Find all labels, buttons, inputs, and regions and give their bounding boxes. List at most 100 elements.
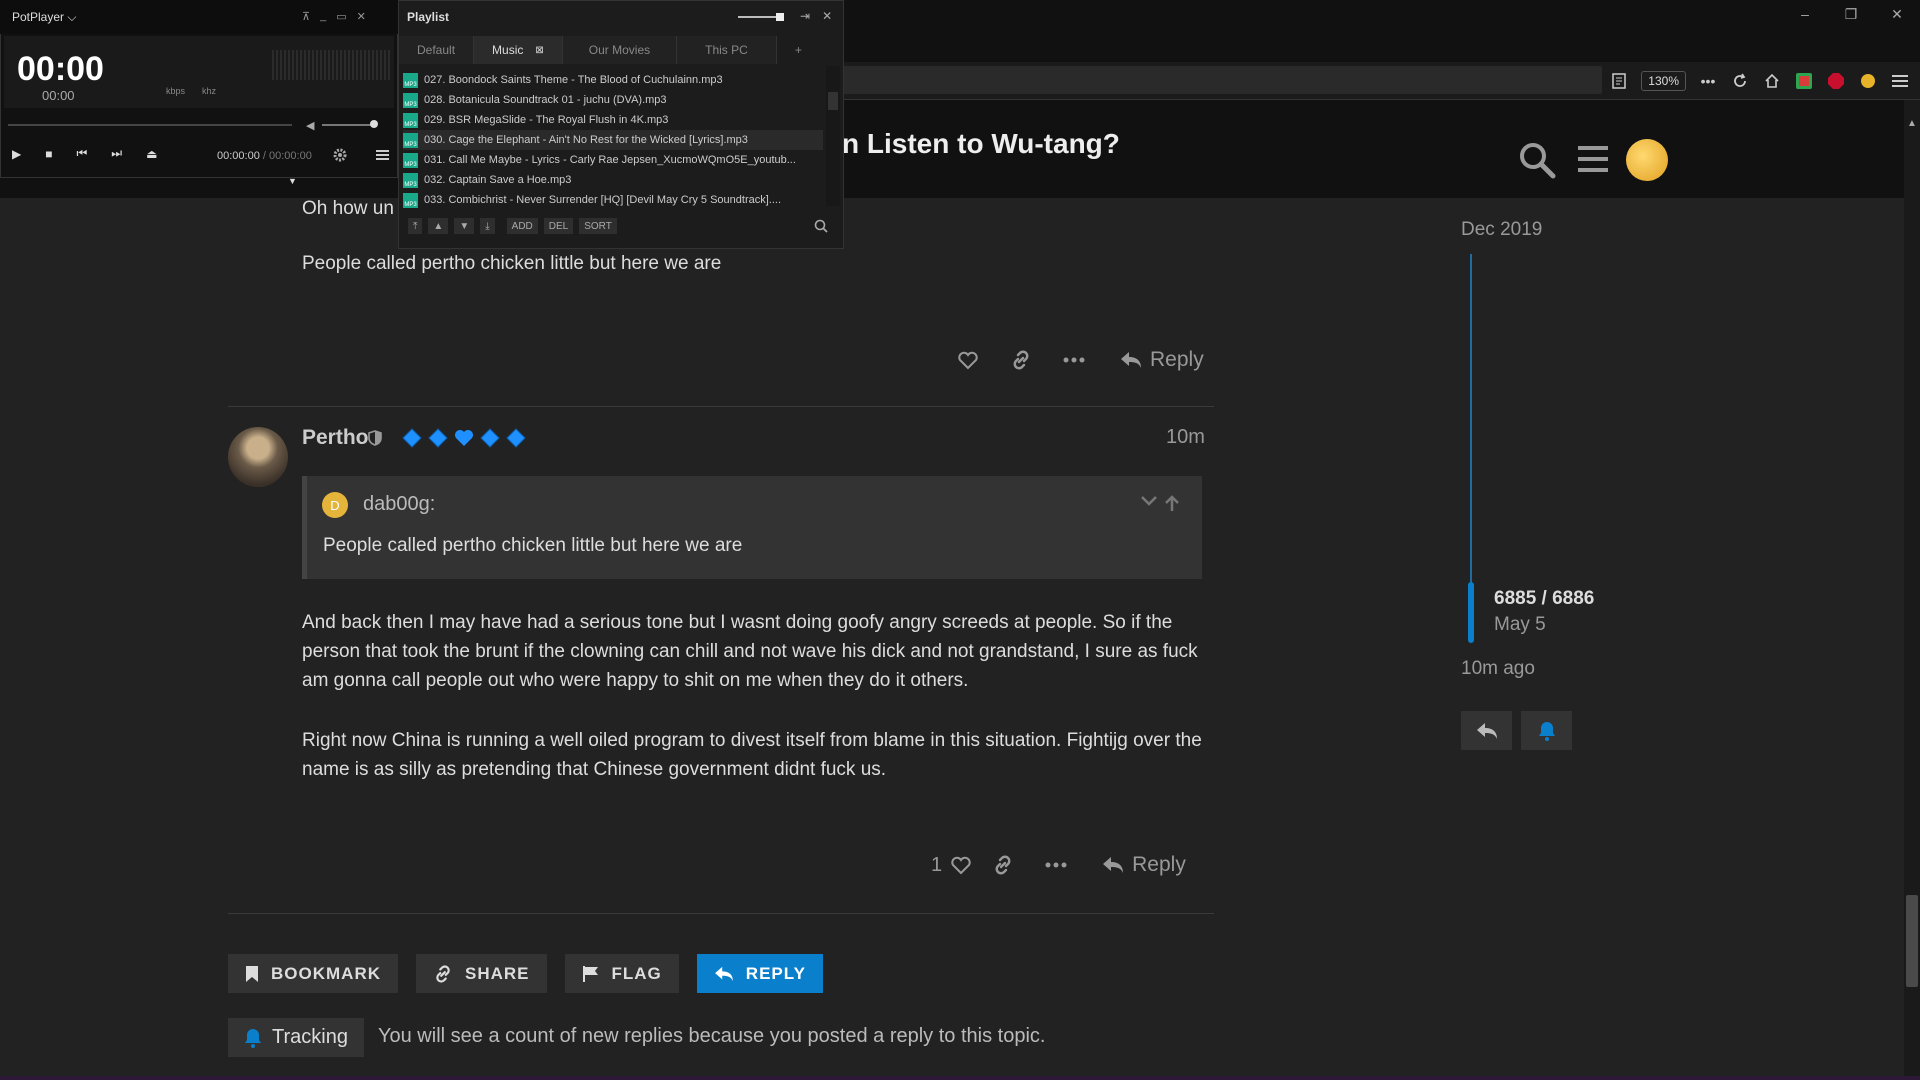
potplayer-subtime: 00:00 — [42, 88, 75, 103]
reply-button-primary[interactable]: REPLY — [696, 954, 823, 993]
topic-title[interactable]: n Listen to Wu-tang? — [842, 128, 1120, 160]
current-position: 00:00:00 — [217, 150, 260, 162]
potplayer-menu[interactable]: PotPlayer ⌵ — [12, 10, 76, 25]
next-icon[interactable]: ⏭ — [111, 146, 122, 161]
reader-view-icon[interactable] — [1609, 71, 1629, 91]
tab-music-label: Music — [492, 43, 524, 57]
opacity-slider-knob[interactable] — [776, 13, 784, 21]
extension-smiley-icon[interactable] — [1858, 71, 1878, 91]
restore-button[interactable]: ❐ — [1828, 0, 1874, 28]
playlist-item[interactable]: MP3 028. Botanicula Soundtrack 01 - juchu… — [403, 90, 823, 110]
share-button[interactable]: SHARE — [416, 954, 547, 993]
playlist-toggle-icon[interactable] — [376, 150, 389, 160]
timeline-reply-button[interactable] — [1461, 711, 1512, 750]
previous-icon[interactable]: ⏮ — [76, 146, 87, 161]
tab-our-movies[interactable]: Our Movies — [562, 36, 678, 64]
more-options-button[interactable] — [1047, 342, 1100, 378]
close-tab-icon[interactable]: ⊠ — [535, 45, 543, 56]
play-icon[interactable]: ▶ — [12, 147, 21, 161]
arrow-up-icon[interactable] — [1164, 494, 1180, 512]
playlist-item[interactable]: MP3 030. Cage the Elephant - Ain't No Res… — [403, 130, 823, 150]
bookmark-label: BOOKMARK — [271, 963, 381, 983]
tab-default[interactable]: Default — [399, 36, 475, 64]
delete-button[interactable]: DEL — [543, 218, 574, 234]
like-button[interactable] — [941, 342, 994, 378]
copy-link-button[interactable] — [976, 847, 1029, 883]
chevron-down-icon: ⌵ — [67, 10, 77, 24]
tab-this-pc[interactable]: This PC — [677, 36, 777, 64]
post-author[interactable]: Pertho — [302, 426, 369, 450]
reload-icon[interactable] — [1730, 71, 1750, 91]
stop-icon[interactable]: ■ — [45, 147, 52, 161]
shield-icon — [368, 430, 382, 446]
add-tab-button[interactable]: + — [777, 36, 820, 64]
more-actions-icon[interactable]: ••• — [1698, 71, 1718, 91]
playlist-scrollbar[interactable] — [826, 66, 840, 206]
post-paragraph: Right now China is running a well oiled … — [302, 730, 1202, 780]
window-controls: – ❐ ✕ — [1782, 0, 1920, 28]
volume-icon[interactable]: ◀ — [306, 119, 314, 132]
pin-icon[interactable]: ⊼ — [302, 10, 310, 23]
tab-music[interactable]: Music ⊠ — [474, 36, 563, 64]
reply-button[interactable]: Reply — [1102, 853, 1186, 877]
url-input[interactable] — [842, 66, 1602, 94]
volume-knob[interactable] — [370, 120, 378, 128]
minimize-button[interactable]: – — [1782, 0, 1828, 28]
move-top-button[interactable]: ⤒ — [408, 218, 423, 234]
minimize-icon[interactable]: _ — [320, 10, 326, 23]
seek-bar[interactable] — [8, 124, 292, 126]
reply-arrow-icon — [1121, 352, 1141, 368]
adblock-icon[interactable] — [1826, 71, 1846, 91]
menu-icon[interactable] — [1890, 71, 1910, 91]
topic-footer-buttons: BOOKMARK SHARE FLAG REPLY — [228, 954, 823, 993]
bookmark-button[interactable]: BOOKMARK — [228, 954, 398, 993]
mp3-file-icon: MP3 — [403, 192, 418, 208]
timeline-notification-button[interactable] — [1521, 711, 1572, 750]
chevron-down-icon[interactable] — [1140, 494, 1158, 508]
zoom-level-button[interactable]: 130% — [1641, 71, 1686, 91]
add-button[interactable]: ADD — [506, 218, 538, 234]
scroll-up-arrow-icon[interactable]: ▲ — [1904, 118, 1920, 134]
settings-gear-icon[interactable] — [333, 148, 347, 162]
timeline-handle[interactable] — [1468, 582, 1474, 643]
quote-block — [302, 476, 1202, 579]
move-up-button[interactable]: ▲ — [428, 218, 449, 234]
timeline-track[interactable] — [1470, 254, 1472, 584]
maximize-icon[interactable]: ▭ — [336, 10, 346, 23]
reply-button[interactable]: Reply — [1120, 348, 1204, 372]
playlist-item[interactable]: MP3 031. Call Me Maybe - Lyrics - Carly R… — [403, 150, 823, 170]
author-avatar[interactable] — [228, 427, 288, 487]
move-bottom-button[interactable]: ⤓ — [480, 218, 495, 234]
user-avatar[interactable] — [1626, 139, 1668, 181]
move-down-button[interactable]: ▼ — [454, 218, 475, 234]
volume-slider[interactable] — [322, 124, 376, 126]
sort-button[interactable]: SORT — [579, 218, 617, 234]
playlist-item[interactable]: MP3 029. BSR MegaSlide - The Royal Flush … — [403, 110, 823, 130]
playlist-item[interactable]: MP3 033. Combichrist - Never Surrender [H… — [403, 190, 823, 210]
search-icon[interactable] — [814, 219, 828, 233]
like-button[interactable] — [946, 847, 976, 883]
extension-s-icon[interactable] — [1794, 71, 1814, 91]
timeline-last-activity[interactable]: 10m ago — [1461, 658, 1535, 680]
scrollbar-thumb[interactable] — [1906, 895, 1918, 987]
copy-link-button[interactable] — [994, 342, 1047, 378]
playlist-item[interactable]: MP3 032. Captain Save a Hoe.mp3 — [403, 170, 823, 190]
playlist-window-controls: ⇥ ✕ — [800, 9, 832, 23]
flag-button[interactable]: FLAG — [564, 954, 679, 993]
like-count[interactable]: 1 — [931, 854, 942, 877]
close-icon[interactable]: ✕ — [822, 9, 832, 23]
timeline-start-date[interactable]: Dec 2019 — [1461, 219, 1542, 241]
playlist-scrollbar-thumb[interactable] — [828, 92, 838, 110]
eject-icon[interactable]: ⏏ — [146, 147, 157, 161]
more-options-button[interactable] — [1029, 847, 1082, 883]
post-timestamp[interactable]: 10m — [1166, 426, 1205, 449]
hamburger-menu-icon[interactable] — [1578, 145, 1608, 173]
close-button[interactable]: ✕ — [1874, 0, 1920, 28]
dropdown-arrow-icon[interactable]: ▼ — [288, 176, 297, 186]
pin-icon[interactable]: ⇥ — [800, 9, 810, 23]
home-icon[interactable] — [1762, 71, 1782, 91]
close-icon[interactable]: ✕ — [357, 10, 366, 23]
tracking-button[interactable]: Tracking — [228, 1018, 364, 1057]
search-icon[interactable] — [1518, 141, 1556, 179]
playlist-item[interactable]: MP3 027. Boondock Saints Theme - The Bloo… — [403, 70, 823, 90]
